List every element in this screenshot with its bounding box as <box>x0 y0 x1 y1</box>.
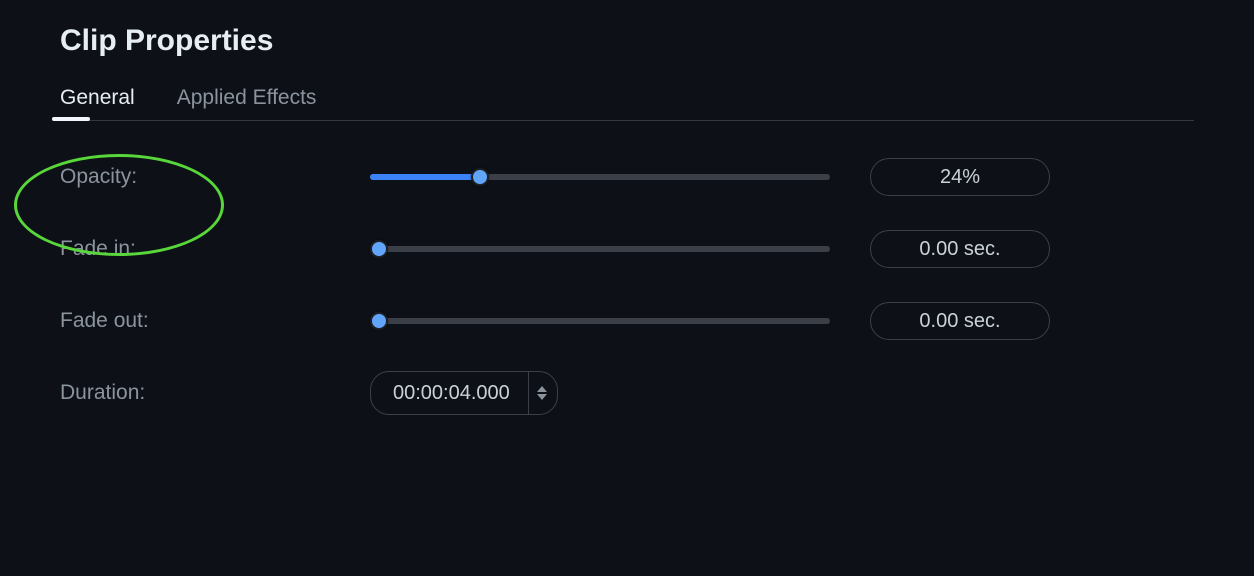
chevron-up-icon[interactable] <box>537 386 547 392</box>
fade-in-label: Fade in: <box>60 237 370 261</box>
duration-label: Duration: <box>60 381 370 405</box>
row-opacity: Opacity: 24% <box>60 157 1194 197</box>
duration-value[interactable]: 00:00:04.000 <box>371 372 528 414</box>
fade-out-value[interactable]: 0.00 sec. <box>870 302 1050 340</box>
row-duration: Duration: 00:00:04.000 <box>60 373 1194 413</box>
fade-out-label: Fade out: <box>60 309 370 333</box>
panel-title: Clip Properties <box>60 24 1194 58</box>
tab-general[interactable]: General <box>60 86 135 120</box>
chevron-down-icon[interactable] <box>537 394 547 400</box>
opacity-slider-track <box>370 174 480 180</box>
row-fade-in: Fade in: 0.00 sec. <box>60 229 1194 269</box>
fade-out-slider-thumb[interactable] <box>370 312 388 330</box>
opacity-value[interactable]: 24% <box>870 158 1050 196</box>
duration-spinner[interactable] <box>528 372 557 414</box>
duration-input[interactable]: 00:00:04.000 <box>370 371 558 415</box>
fade-in-slider[interactable] <box>370 246 830 252</box>
opacity-slider-thumb[interactable] <box>471 168 489 186</box>
tabs: General Applied Effects <box>60 86 1194 121</box>
opacity-slider[interactable] <box>370 174 830 180</box>
fade-in-slider-thumb[interactable] <box>370 240 388 258</box>
fade-in-value[interactable]: 0.00 sec. <box>870 230 1050 268</box>
tab-applied-effects[interactable]: Applied Effects <box>177 86 317 120</box>
opacity-label: Opacity: <box>60 165 370 189</box>
row-fade-out: Fade out: 0.00 sec. <box>60 301 1194 341</box>
fade-out-slider[interactable] <box>370 318 830 324</box>
